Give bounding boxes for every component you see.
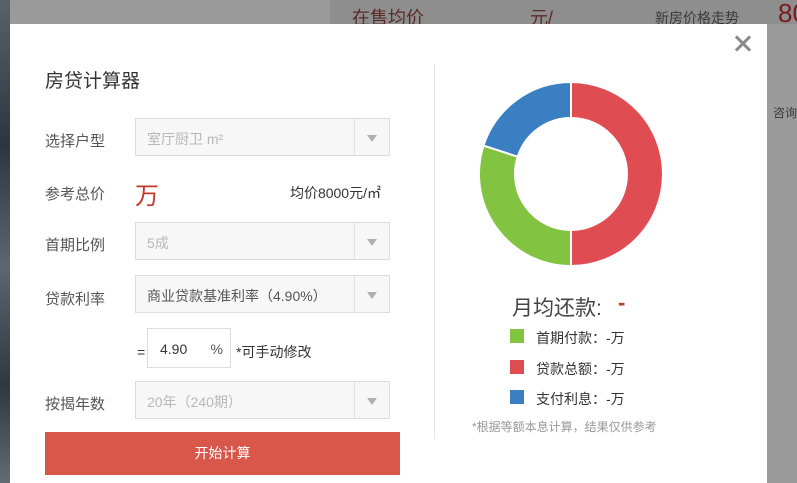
total-price-unit: 万: [135, 183, 159, 210]
down-payment-label: 首期比例: [45, 237, 106, 254]
donut-slice-1: [570, 82, 663, 266]
house-type-value: 室厅厨卫 m²: [147, 131, 224, 147]
loan-rate-value: 商业贷款基准利率（4.90%）: [147, 288, 327, 304]
legend-swatch-blue: [510, 390, 524, 404]
chevron-down-icon: [354, 382, 389, 418]
background-side-text: 咨询: [772, 106, 797, 120]
chevron-down-icon: [354, 223, 389, 259]
loan-years-label: 按揭年数: [45, 396, 106, 413]
loan-years-select[interactable]: 20年（240期）: [135, 381, 390, 419]
start-calculation-button[interactable]: 开始计算: [45, 432, 400, 475]
modal-title: 房贷计算器: [45, 71, 141, 92]
chevron-down-icon: [354, 119, 389, 155]
down-payment-select[interactable]: 5成: [135, 222, 390, 260]
total-price-label: 参考总价: [45, 186, 106, 203]
mortgage-calculator-modal: 房贷计算器 选择户型 室厅厨卫 m² 参考总价 万 均价8000元/㎡ 首期比例…: [10, 24, 767, 483]
background-image-strip: [0, 0, 10, 483]
loan-years-value: 20年（240期）: [147, 394, 242, 410]
vertical-divider: [434, 64, 435, 439]
monthly-payment-label: 月均还款:: [512, 297, 602, 320]
percent-unit: %: [210, 341, 223, 357]
equals-sign: =: [137, 344, 146, 360]
donut-slice-2: [482, 82, 572, 158]
down-payment-value: 5成: [147, 235, 169, 251]
calculation-footnote: *根据等额本息计算，结果仅供参考: [472, 420, 657, 434]
legend-down-payment-text: 首期付款：-万: [536, 330, 625, 346]
interest-rate-input[interactable]: 4.90 %: [147, 328, 231, 368]
monthly-payment-value: -: [618, 290, 626, 315]
loan-rate-select[interactable]: 商业贷款基准利率（4.90%）: [135, 275, 390, 313]
legend-swatch-red: [510, 360, 524, 374]
interest-rate-value: 4.90: [160, 341, 188, 357]
background-header: 在售均价 8000 元/ 新房价格走势: [330, 0, 797, 28]
house-type-select[interactable]: 室厅厨卫 m²: [135, 118, 390, 156]
legend-interest-text: 支付利息：-万: [536, 391, 625, 407]
average-price: 均价8000元/㎡: [289, 185, 381, 201]
close-icon[interactable]: [731, 32, 755, 56]
payment-breakdown-donut-chart: [479, 82, 663, 266]
donut-slice-0: [479, 144, 572, 266]
legend-loan-total-text: 贷款总额：-万: [536, 361, 625, 377]
loan-rate-label: 贷款利率: [45, 291, 106, 308]
chevron-down-icon: [354, 276, 389, 312]
legend-swatch-green: [510, 329, 524, 343]
background-side: 咨询: [767, 24, 797, 483]
manual-edit-note: *可手动修改: [236, 344, 312, 360]
house-type-label: 选择户型: [45, 133, 106, 150]
